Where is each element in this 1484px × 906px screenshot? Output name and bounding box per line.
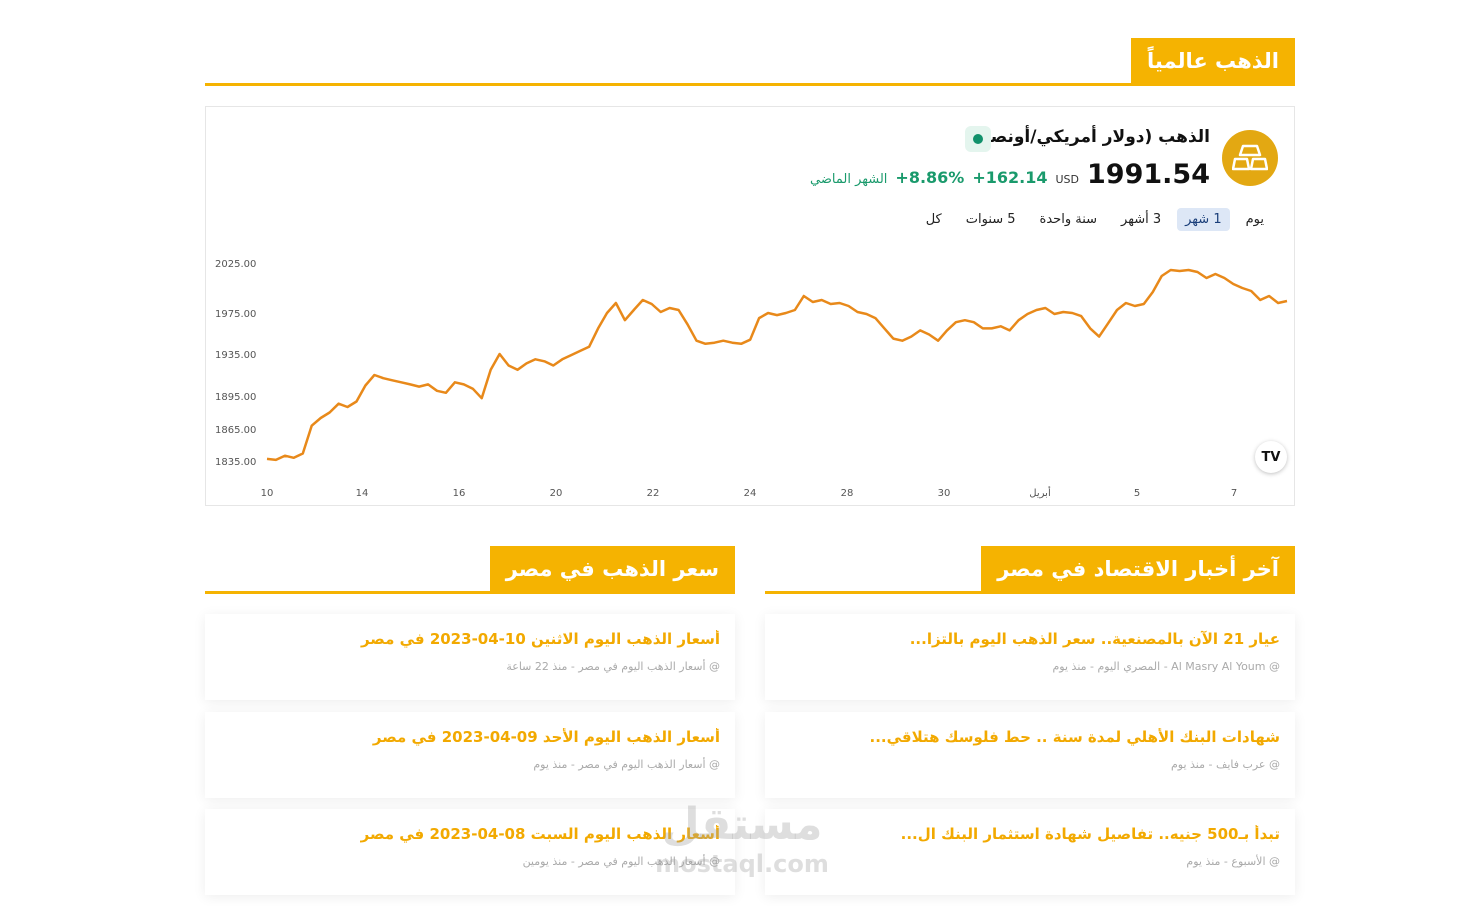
currency-label: USD xyxy=(1055,173,1080,186)
price-card-title[interactable]: أسعار الذهب اليوم الاثنين 10-04-2023 في … xyxy=(220,630,720,648)
news-card-title[interactable]: تبدأ بـ500 جنيه.. تفاصيل شهادة استثمار ا… xyxy=(780,825,1280,843)
section-title-price-egypt: سعر الذهب في مصر xyxy=(489,546,735,591)
x-tick-label: أبريل xyxy=(1029,486,1051,499)
y-tick-label: 1835.00 xyxy=(215,457,256,468)
range-tab-1-year[interactable]: سنة واحدة xyxy=(1032,208,1105,231)
price-card-title[interactable]: أسعار الذهب اليوم الأحد 09-04-2023 في مص… xyxy=(220,728,720,746)
price-card-meta: @ أسعار الذهب اليوم في مصر - منذ 22 ساعة xyxy=(506,660,720,673)
gold-bars-icon xyxy=(1222,130,1278,186)
news-card-title[interactable]: عيار 21 الآن بالمصنعية.. سعر الذهب اليوم… xyxy=(780,630,1280,648)
price-card[interactable]: أسعار الذهب اليوم الأحد 09-04-2023 في مص… xyxy=(205,712,735,798)
change-percent: +8.86% xyxy=(895,168,965,187)
news-card[interactable]: شهادات البنك الأهلي لمدة سنة .. حط فلوسك… xyxy=(765,712,1295,798)
current-price: 1991.54 xyxy=(1087,159,1210,190)
change-period: الشهر الماضي xyxy=(810,172,888,187)
price-card[interactable]: أسعار الذهب اليوم الاثنين 10-04-2023 في … xyxy=(205,614,735,700)
price-card[interactable]: أسعار الذهب اليوم السبت 08-04-2023 في مص… xyxy=(205,809,735,895)
tradingview-logo-icon[interactable]: TV xyxy=(1255,441,1287,473)
gold-price-widget: الذهب (دولار أمريكي/أونصة) الشهر الماضي … xyxy=(205,106,1295,506)
news-card[interactable]: عيار 21 الآن بالمصنعية.. سعر الذهب اليوم… xyxy=(765,614,1295,700)
range-selector: يوم 1 شهر 3 أشهر سنة واحدة 5 سنوات كل xyxy=(918,208,1272,231)
section-title-global: الذهب عالمياً xyxy=(1131,38,1295,83)
x-tick-label: 10 xyxy=(261,488,274,499)
y-tick-label: 1865.00 xyxy=(215,425,256,436)
section-header-price-egypt: سعر الذهب في مصر xyxy=(205,546,735,594)
market-open-icon xyxy=(965,126,991,152)
section-title-news-egypt: آخر أخبار الاقتصاد في مصر xyxy=(981,546,1295,591)
news-card-meta: @ الأسبوع - منذ يوم xyxy=(1186,855,1280,868)
price-series-line xyxy=(266,268,1288,462)
x-tick-label: 5 xyxy=(1134,488,1140,499)
price-card-meta: @ أسعار الذهب اليوم في مصر - منذ يومين xyxy=(522,855,720,868)
section-header-news-egypt: آخر أخبار الاقتصاد في مصر xyxy=(765,546,1295,594)
news-card-title[interactable]: شهادات البنك الأهلي لمدة سنة .. حط فلوسك… xyxy=(780,728,1281,746)
section-header-global: الذهب عالمياً xyxy=(205,38,1295,86)
x-tick-label: 28 xyxy=(841,488,854,499)
range-tab-all[interactable]: كل xyxy=(918,208,950,231)
price-card-meta: @ أسعار الذهب اليوم في مصر - منذ يوم xyxy=(533,758,720,771)
x-tick-label: 24 xyxy=(744,488,757,499)
gold-price-chart[interactable]: 2025.00 1975.00 1935.00 1895.00 1865.00 1835.… xyxy=(206,247,1294,505)
instrument-title: الذهب (دولار أمريكي/أونصة) xyxy=(972,127,1210,147)
change-value: +162.14 xyxy=(972,168,1048,187)
y-tick-label: 1935.00 xyxy=(215,350,256,361)
news-card-meta: @ Al Masry Al Youm - المصري اليوم - منذ … xyxy=(1052,660,1281,673)
y-tick-label: 2025.00 xyxy=(215,259,256,270)
range-tab-3-months[interactable]: 3 أشهر xyxy=(1113,208,1169,231)
price-card-title[interactable]: أسعار الذهب اليوم السبت 08-04-2023 في مص… xyxy=(220,825,720,843)
range-tab-day[interactable]: يوم xyxy=(1238,208,1272,231)
range-tab-1-month[interactable]: 1 شهر xyxy=(1177,208,1230,231)
x-tick-label: 14 xyxy=(356,488,369,499)
news-card-meta: @ عرب فايف - منذ يوم xyxy=(1170,758,1280,771)
x-tick-label: 30 xyxy=(938,488,951,499)
x-tick-label: 7 xyxy=(1231,488,1237,499)
news-card[interactable]: تبدأ بـ500 جنيه.. تفاصيل شهادة استثمار ا… xyxy=(765,809,1295,895)
y-tick-label: 1975.00 xyxy=(215,309,256,320)
x-tick-label: 16 xyxy=(453,488,466,499)
y-tick-label: 1895.00 xyxy=(215,392,256,403)
range-tab-5-years[interactable]: 5 سنوات xyxy=(958,208,1024,231)
x-tick-label: 22 xyxy=(647,488,660,499)
price-row: الشهر الماضي +8.86% +162.14 USD 1991.54 xyxy=(810,159,1210,190)
x-tick-label: 20 xyxy=(550,488,563,499)
